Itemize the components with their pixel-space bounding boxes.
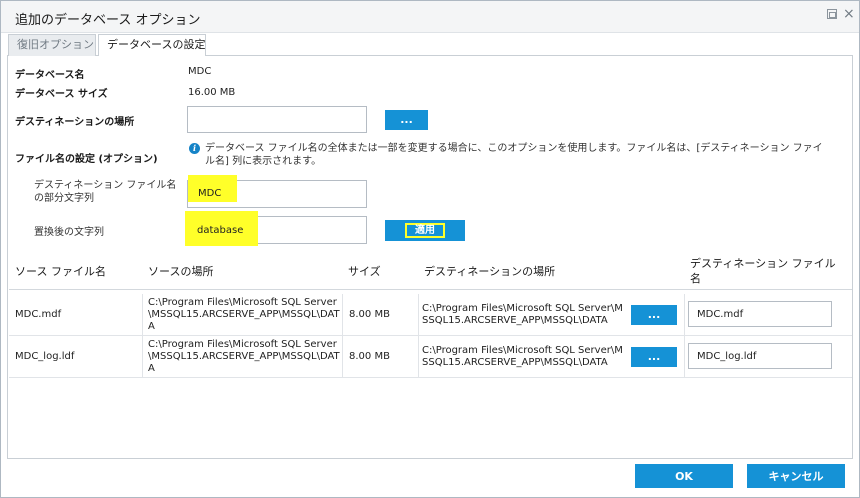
- cell-source-file: MDC.mdf: [9, 294, 143, 336]
- dest-browse-button[interactable]: ...: [385, 110, 428, 130]
- col-source-location: ソースの場所: [148, 265, 214, 278]
- filename-setting-label: ファイル名の設定 (オプション): [15, 154, 158, 165]
- database-settings-panel: データベース名 MDC データベース サイズ 16.00 MB デスティネーショ…: [7, 56, 853, 459]
- replacement-label: 置換後の文字列: [34, 227, 104, 238]
- dest-location-input[interactable]: [187, 106, 367, 133]
- cell-source-location: C:\Program Files\Microsoft SQL Server\MS…: [143, 294, 343, 336]
- database-options-dialog: 追加のデータベース オプション × 復旧オプション データベースの設定 データベ…: [0, 0, 860, 498]
- cancel-button[interactable]: キャンセル: [747, 464, 845, 488]
- filename-info-text: データベース ファイル名の全体または一部を変更する場合に、このオプションを使用し…: [205, 143, 823, 167]
- apply-label: 適用: [405, 223, 445, 238]
- title-bar: 追加のデータベース オプション ×: [1, 1, 859, 33]
- cell-size: 8.00 MB: [343, 294, 419, 336]
- cell-size: 8.00 MB: [343, 336, 419, 378]
- table-header: ソース ファイル名 ソースの場所 サイズ デスティネーションの場所 デスティネー…: [9, 252, 852, 290]
- db-size-label: データベース サイズ: [15, 89, 108, 100]
- info-icon: i: [189, 143, 200, 154]
- partial-string-value: MDC: [198, 188, 222, 199]
- db-name-label: データベース名: [15, 70, 85, 81]
- col-size: サイズ: [348, 265, 381, 278]
- replacement-value: database: [197, 225, 244, 236]
- row-browse-button[interactable]: ...: [631, 305, 677, 325]
- tab-strip: 復旧オプション データベースの設定: [7, 33, 853, 57]
- dialog-footer: OK キャンセル: [1, 459, 859, 497]
- db-size-value: 16.00 MB: [188, 87, 236, 98]
- col-source-file: ソース ファイル名: [15, 265, 106, 278]
- row-browse-button[interactable]: ...: [631, 347, 677, 367]
- cell-source-file: MDC_log.ldf: [9, 336, 143, 378]
- restore-icon[interactable]: [827, 9, 837, 19]
- tab-recovery-options[interactable]: 復旧オプション: [8, 34, 96, 56]
- col-destination-file: デスティネーション ファイル名: [690, 257, 836, 285]
- tab-database-settings[interactable]: データベースの設定: [98, 34, 206, 57]
- apply-button[interactable]: 適用: [385, 220, 465, 241]
- ok-button[interactable]: OK: [635, 464, 733, 488]
- close-icon[interactable]: ×: [843, 7, 855, 21]
- table-row: MDC_log.ldf C:\Program Files\Microsoft S…: [9, 336, 852, 378]
- db-name-value: MDC: [188, 66, 212, 77]
- col-destination-location: デスティネーションの場所: [424, 265, 556, 278]
- table-row: MDC.mdf C:\Program Files\Microsoft SQL S…: [9, 294, 852, 336]
- destination-file-input[interactable]: [688, 301, 832, 327]
- destination-file-input[interactable]: [688, 343, 832, 369]
- dialog-title: 追加のデータベース オプション: [15, 13, 201, 28]
- cell-source-location: C:\Program Files\Microsoft SQL Server\MS…: [143, 336, 343, 378]
- dest-location-label: デスティネーションの場所: [15, 117, 135, 128]
- partial-string-label: デスティネーション ファイル名の部分文字列: [34, 180, 177, 204]
